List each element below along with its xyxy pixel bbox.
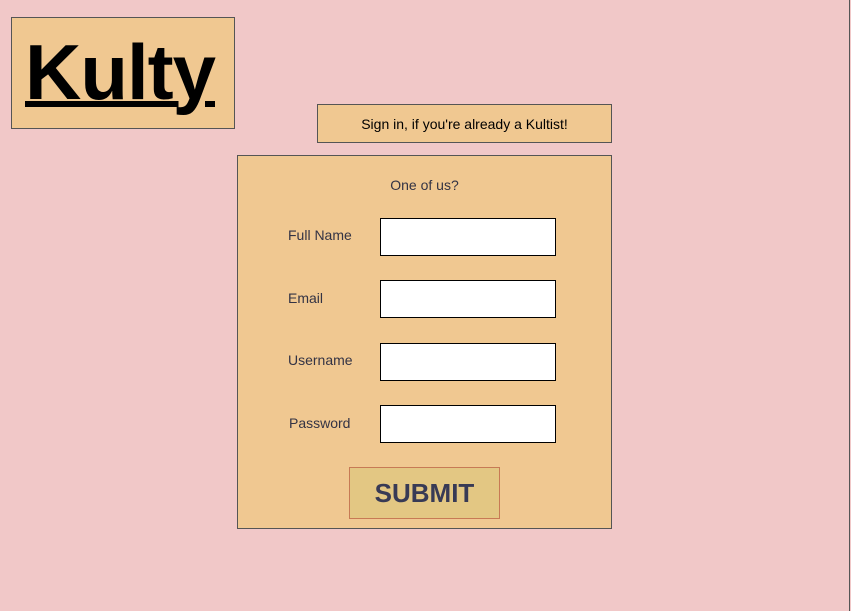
logo-text[interactable]: Kulty xyxy=(25,32,216,112)
password-label: Password xyxy=(289,415,351,431)
email-input[interactable] xyxy=(380,280,556,318)
page-right-border xyxy=(849,0,850,611)
password-input[interactable] xyxy=(380,405,556,443)
username-input[interactable] xyxy=(380,343,556,381)
full-name-input[interactable] xyxy=(380,218,556,256)
signin-link-button[interactable]: Sign in, if you're already a Kultist! xyxy=(317,104,612,143)
username-label: Username xyxy=(288,352,353,368)
submit-button[interactable]: SUBMIT xyxy=(349,467,500,519)
email-label: Email xyxy=(288,290,324,306)
signup-form-title: One of us? xyxy=(390,177,459,193)
full-name-label: Full Name xyxy=(288,227,352,243)
logo-box[interactable]: Kulty xyxy=(11,17,235,129)
signup-form: One of us? Full Name Email Username Pass… xyxy=(237,155,612,529)
